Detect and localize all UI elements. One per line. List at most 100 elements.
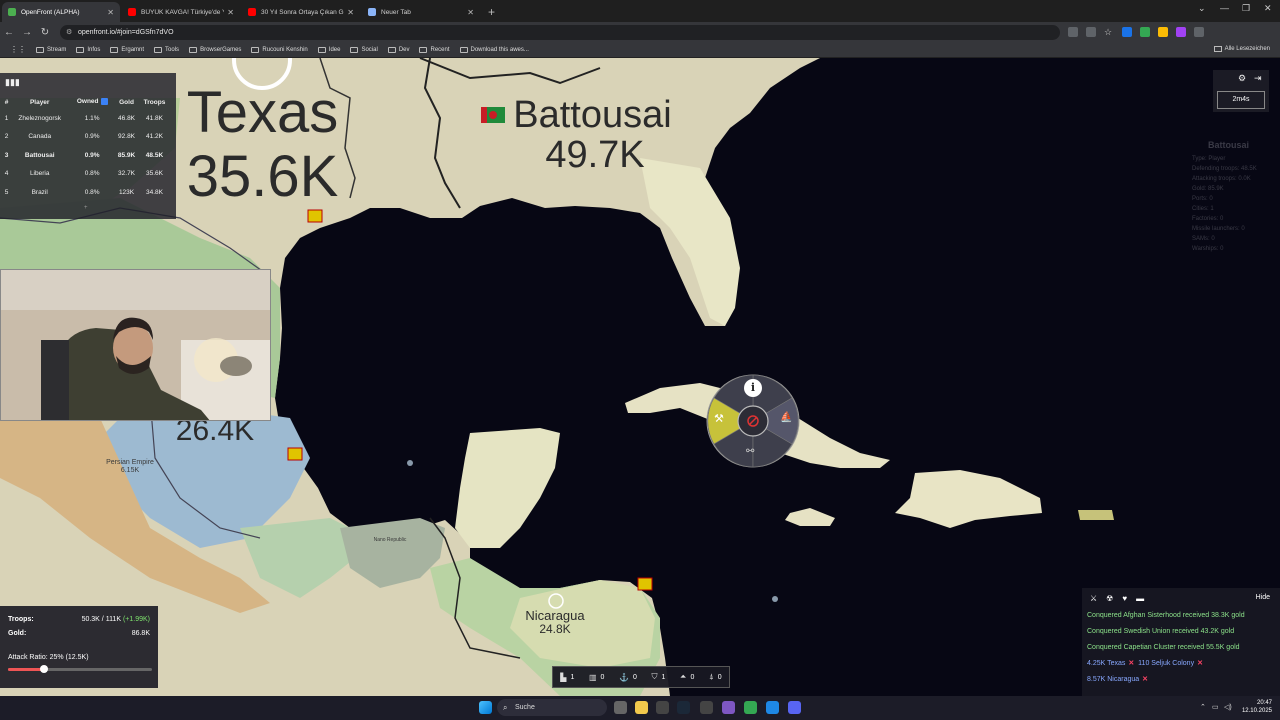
- alliance-handshake-icon[interactable]: ⚯: [746, 446, 754, 457]
- leaderboard-header[interactable]: Owned: [70, 95, 114, 109]
- leaderboard-header[interactable]: Troops: [139, 95, 170, 109]
- bookmark-star-icon[interactable]: ☆: [1104, 27, 1114, 37]
- build-wrench-icon[interactable]: ⚒: [714, 412, 724, 425]
- bookmark-item[interactable]: Infos: [76, 46, 100, 53]
- apps-icon[interactable]: ⋮⋮: [10, 45, 26, 54]
- unit-count-item[interactable]: ⏶ 0: [680, 672, 694, 682]
- extension-1-icon[interactable]: [1122, 27, 1132, 37]
- sword-filter-icon[interactable]: ⚔: [1090, 594, 1097, 603]
- maximize-button[interactable]: ❐: [1242, 3, 1250, 14]
- bookmark-item[interactable]: Idee: [317, 46, 341, 53]
- bookmark-label: Idee: [328, 46, 341, 53]
- taskbar-search[interactable]: ⌕ Suche: [497, 699, 607, 716]
- hide-events-button[interactable]: Hide: [1256, 594, 1270, 601]
- close-window-button[interactable]: ✕: [1264, 3, 1272, 14]
- tray-chevron-icon[interactable]: ⌃: [1200, 703, 1206, 711]
- extension-2-icon[interactable]: [1140, 27, 1150, 37]
- steam-icon[interactable]: [677, 701, 690, 714]
- event-filters: ⚔ ☢ ♥ ▬: [1082, 588, 1280, 608]
- leaderboard-header-label: Player: [29, 98, 50, 106]
- unit-count-item[interactable]: ⍋ 0: [709, 672, 722, 682]
- bookmark-item[interactable]: Download this awes...: [459, 46, 529, 53]
- browser-tab[interactable]: 30 Yıl Sonra Ortaya Çıkan Gerç...✕: [242, 2, 360, 22]
- bookmark-item[interactable]: Tools: [154, 46, 179, 53]
- volume-icon[interactable]: ◁): [1224, 703, 1232, 711]
- event-log-entry: 4.25K Texas ✕ 110 Seljuk Colony ✕: [1082, 656, 1280, 672]
- profile-avatar[interactable]: [1194, 27, 1204, 37]
- system-clock[interactable]: 20:47 12.10.2025: [1242, 699, 1272, 715]
- browser-tab[interactable]: BÜYÜK KAVGA! Türkiye'de Yaşa...✕: [122, 2, 240, 22]
- leaderboard-row[interactable]: 3 Battousai 0.9% 85.9K 48.5K: [4, 146, 170, 165]
- event-log-entry: Conquered Swedish Union received 43.2K g…: [1082, 624, 1280, 640]
- event-text: Conquered Capetian Cluster received 55.5…: [1087, 644, 1240, 651]
- leaderboard-header[interactable]: Gold: [114, 95, 139, 109]
- tab-close-icon[interactable]: ✕: [347, 8, 354, 17]
- chat-filter-icon[interactable]: ▬: [1136, 594, 1144, 603]
- leaderboard-row[interactable]: 1 Zheleznogorsk 1.1% 46.8K 41.8K: [4, 109, 170, 128]
- tab-search-icon[interactable]: ⌄: [1198, 3, 1206, 14]
- network-icon[interactable]: ▭: [1212, 703, 1219, 711]
- chrome-icon[interactable]: [744, 701, 757, 714]
- bookmark-item[interactable]: BrowserGames: [189, 46, 241, 53]
- settings-gear-icon[interactable]: ⚙: [1238, 73, 1246, 84]
- leaderboard-row[interactable]: 5 Brazil 0.8% 123K 34.8K: [4, 183, 170, 202]
- app-1-icon[interactable]: [656, 701, 669, 714]
- bookmark-item[interactable]: Rucouni Kenshin: [251, 46, 308, 53]
- new-tab-button[interactable]: +: [488, 2, 495, 22]
- browser-tab[interactable]: OpenFront (ALPHA) ✕: [2, 2, 120, 22]
- install-app-icon[interactable]: [1068, 27, 1078, 37]
- unit-count-item[interactable]: ▙ 1: [560, 673, 574, 682]
- attack-ratio-slider[interactable]: [8, 665, 152, 673]
- leaderboard-header[interactable]: Player: [9, 95, 70, 109]
- sam-icon: ⍋: [708, 672, 714, 681]
- translate-icon[interactable]: [1086, 27, 1096, 37]
- leaderboard-cell-troops: 48.5K: [145, 151, 164, 159]
- extension-4-icon[interactable]: [1176, 27, 1186, 37]
- boat-icon[interactable]: ⛵: [780, 412, 792, 423]
- minimize-button[interactable]: —: [1220, 3, 1229, 13]
- nuke-filter-icon[interactable]: ☢: [1106, 594, 1113, 603]
- tab-close-icon[interactable]: ✕: [107, 8, 114, 17]
- bookmark-item[interactable]: Ergamnt: [110, 46, 144, 53]
- bookmark-item[interactable]: Recent: [419, 46, 450, 53]
- heart-filter-icon[interactable]: ♥: [1122, 594, 1127, 603]
- leaderboard-row[interactable]: 4 Liberia 0.8% 32.7K 35.6K: [4, 165, 170, 184]
- file-explorer-icon[interactable]: [635, 701, 648, 714]
- webcam-overlay: [0, 269, 271, 421]
- forward-icon[interactable]: →: [18, 27, 36, 38]
- leaderboard-toggle-icon[interactable]: ▮▮▮: [5, 77, 20, 88]
- app-2-icon[interactable]: [700, 701, 713, 714]
- exit-icon[interactable]: ⇥: [1254, 73, 1262, 84]
- app-3-icon[interactable]: [722, 701, 735, 714]
- app-4-icon[interactable]: [766, 701, 779, 714]
- leaderboard-row[interactable]: 2 Canada 0.9% 92.8K 41.2K: [4, 128, 170, 147]
- radial-action-menu[interactable]: i ⚒ ⚯ ⛵: [706, 374, 800, 468]
- site-info-icon[interactable]: ⚙: [66, 25, 72, 40]
- cancel-attack-icon[interactable]: ✕: [1197, 660, 1203, 667]
- unit-count-item[interactable]: ⛉ 1: [652, 672, 666, 682]
- back-icon[interactable]: ←: [0, 27, 18, 38]
- reload-icon[interactable]: ↻: [36, 27, 54, 38]
- url-field[interactable]: ⚙ openfront.io/#join=dGSfn7dVO: [60, 24, 1060, 40]
- windows-start-icon[interactable]: [479, 701, 492, 714]
- leaderboard-expand-icon[interactable]: +: [84, 205, 88, 211]
- tab-close-icon[interactable]: ✕: [467, 8, 474, 17]
- cancel-attack-icon[interactable]: ✕: [1142, 676, 1148, 683]
- unit-count-item[interactable]: ▥ 0: [589, 673, 604, 682]
- bookmark-item[interactable]: Social: [350, 46, 378, 53]
- cancel-attack-icon[interactable]: ✕: [1128, 660, 1134, 667]
- attack-ratio-handle[interactable]: [40, 665, 48, 673]
- task-view-icon[interactable]: [614, 701, 627, 714]
- tab-close-icon[interactable]: ✕: [227, 8, 234, 17]
- all-bookmarks-button[interactable]: Alle Lesezeichen: [1213, 46, 1270, 52]
- unit-count-item[interactable]: ⚓ 0: [619, 673, 637, 682]
- browser-tab[interactable]: Neuer Tab ✕: [362, 2, 480, 22]
- leaderboard-header-label: Gold: [119, 98, 134, 106]
- discord-icon[interactable]: [788, 701, 801, 714]
- bookmark-item[interactable]: Dev: [387, 46, 409, 53]
- extension-3-icon[interactable]: [1158, 27, 1168, 37]
- browser-tab-strip: OpenFront (ALPHA) ✕ BÜYÜK KAVGA! Türkiye'd…: [0, 0, 1280, 22]
- game-viewport[interactable]: Texas 35.6K Battousai 49.7K 26.4K Persia…: [0, 58, 1280, 696]
- bookmark-item[interactable]: Stream: [36, 46, 66, 53]
- info-icon[interactable]: i: [744, 379, 762, 397]
